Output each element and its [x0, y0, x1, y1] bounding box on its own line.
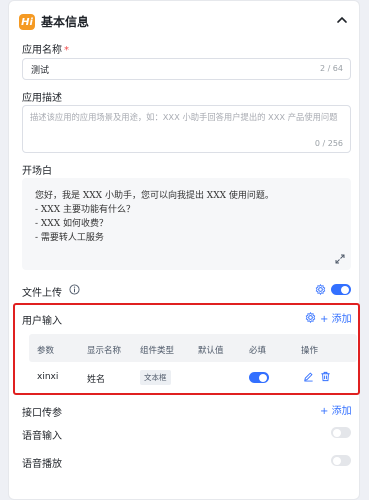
app-name-counter: 2 / 64 [319, 64, 343, 73]
app-name-input[interactable]: 测试 2 / 64 [22, 58, 351, 80]
section-title: 基本信息 [41, 15, 90, 29]
voice-play-label: 语音播放 [22, 459, 62, 470]
info-icon[interactable] [69, 284, 80, 295]
chevron-up-icon[interactable] [335, 13, 349, 27]
required-mark: * [64, 45, 69, 56]
api-params-label: 接口传参 [22, 408, 62, 419]
plus-icon: + [320, 406, 329, 417]
file-upload-label: 文件上传 [22, 288, 62, 299]
app-name-label: 应用名称 * [22, 45, 69, 56]
opening-line: - XXX 如何收费？ [35, 219, 108, 229]
settings-gear-icon[interactable] [315, 284, 326, 295]
app-badge-icon: Hi [19, 14, 35, 30]
opening-editor[interactable]: 您好，我是 XXX 小助手，您可以向我提出 XXX 使用问题。 - XXX 主要… [22, 178, 351, 270]
app-name-value: 测试 [31, 66, 50, 76]
app-desc-placeholder: 描述该应用的应用场景及用途，如：XXX 小助手回答用户提出的 XXX 产品使用问… [30, 112, 338, 122]
opening-line: 您好，我是 XXX 小助手，您可以向我提出 XXX 使用问题。 [35, 191, 274, 201]
file-upload-toggle[interactable] [331, 284, 351, 295]
app-desc-label: 应用描述 [22, 93, 62, 104]
basic-info-panel: Hi 基本信息 应用名称 * 测试 2 / 64 应用描述 描述该应用的应用场景及… [8, 0, 360, 500]
voice-input-label: 语音输入 [22, 431, 62, 442]
app-desc-textarea[interactable]: 描述该应用的应用场景及用途，如：XXX 小助手回答用户提出的 XXX 产品使用问… [22, 105, 351, 153]
api-params-add-button[interactable]: + 添加 [320, 402, 352, 417]
voice-play-toggle[interactable] [331, 455, 351, 466]
voice-input-toggle[interactable] [331, 427, 351, 438]
expand-icon[interactable] [335, 254, 345, 264]
opening-line: - XXX 主要功能有什么？ [35, 205, 135, 215]
highlight-box [13, 303, 360, 395]
app-desc-counter: 0 / 256 [314, 139, 343, 148]
opening-line: - 需要转人工服务 [35, 233, 104, 243]
opening-label: 开场白 [22, 166, 52, 177]
